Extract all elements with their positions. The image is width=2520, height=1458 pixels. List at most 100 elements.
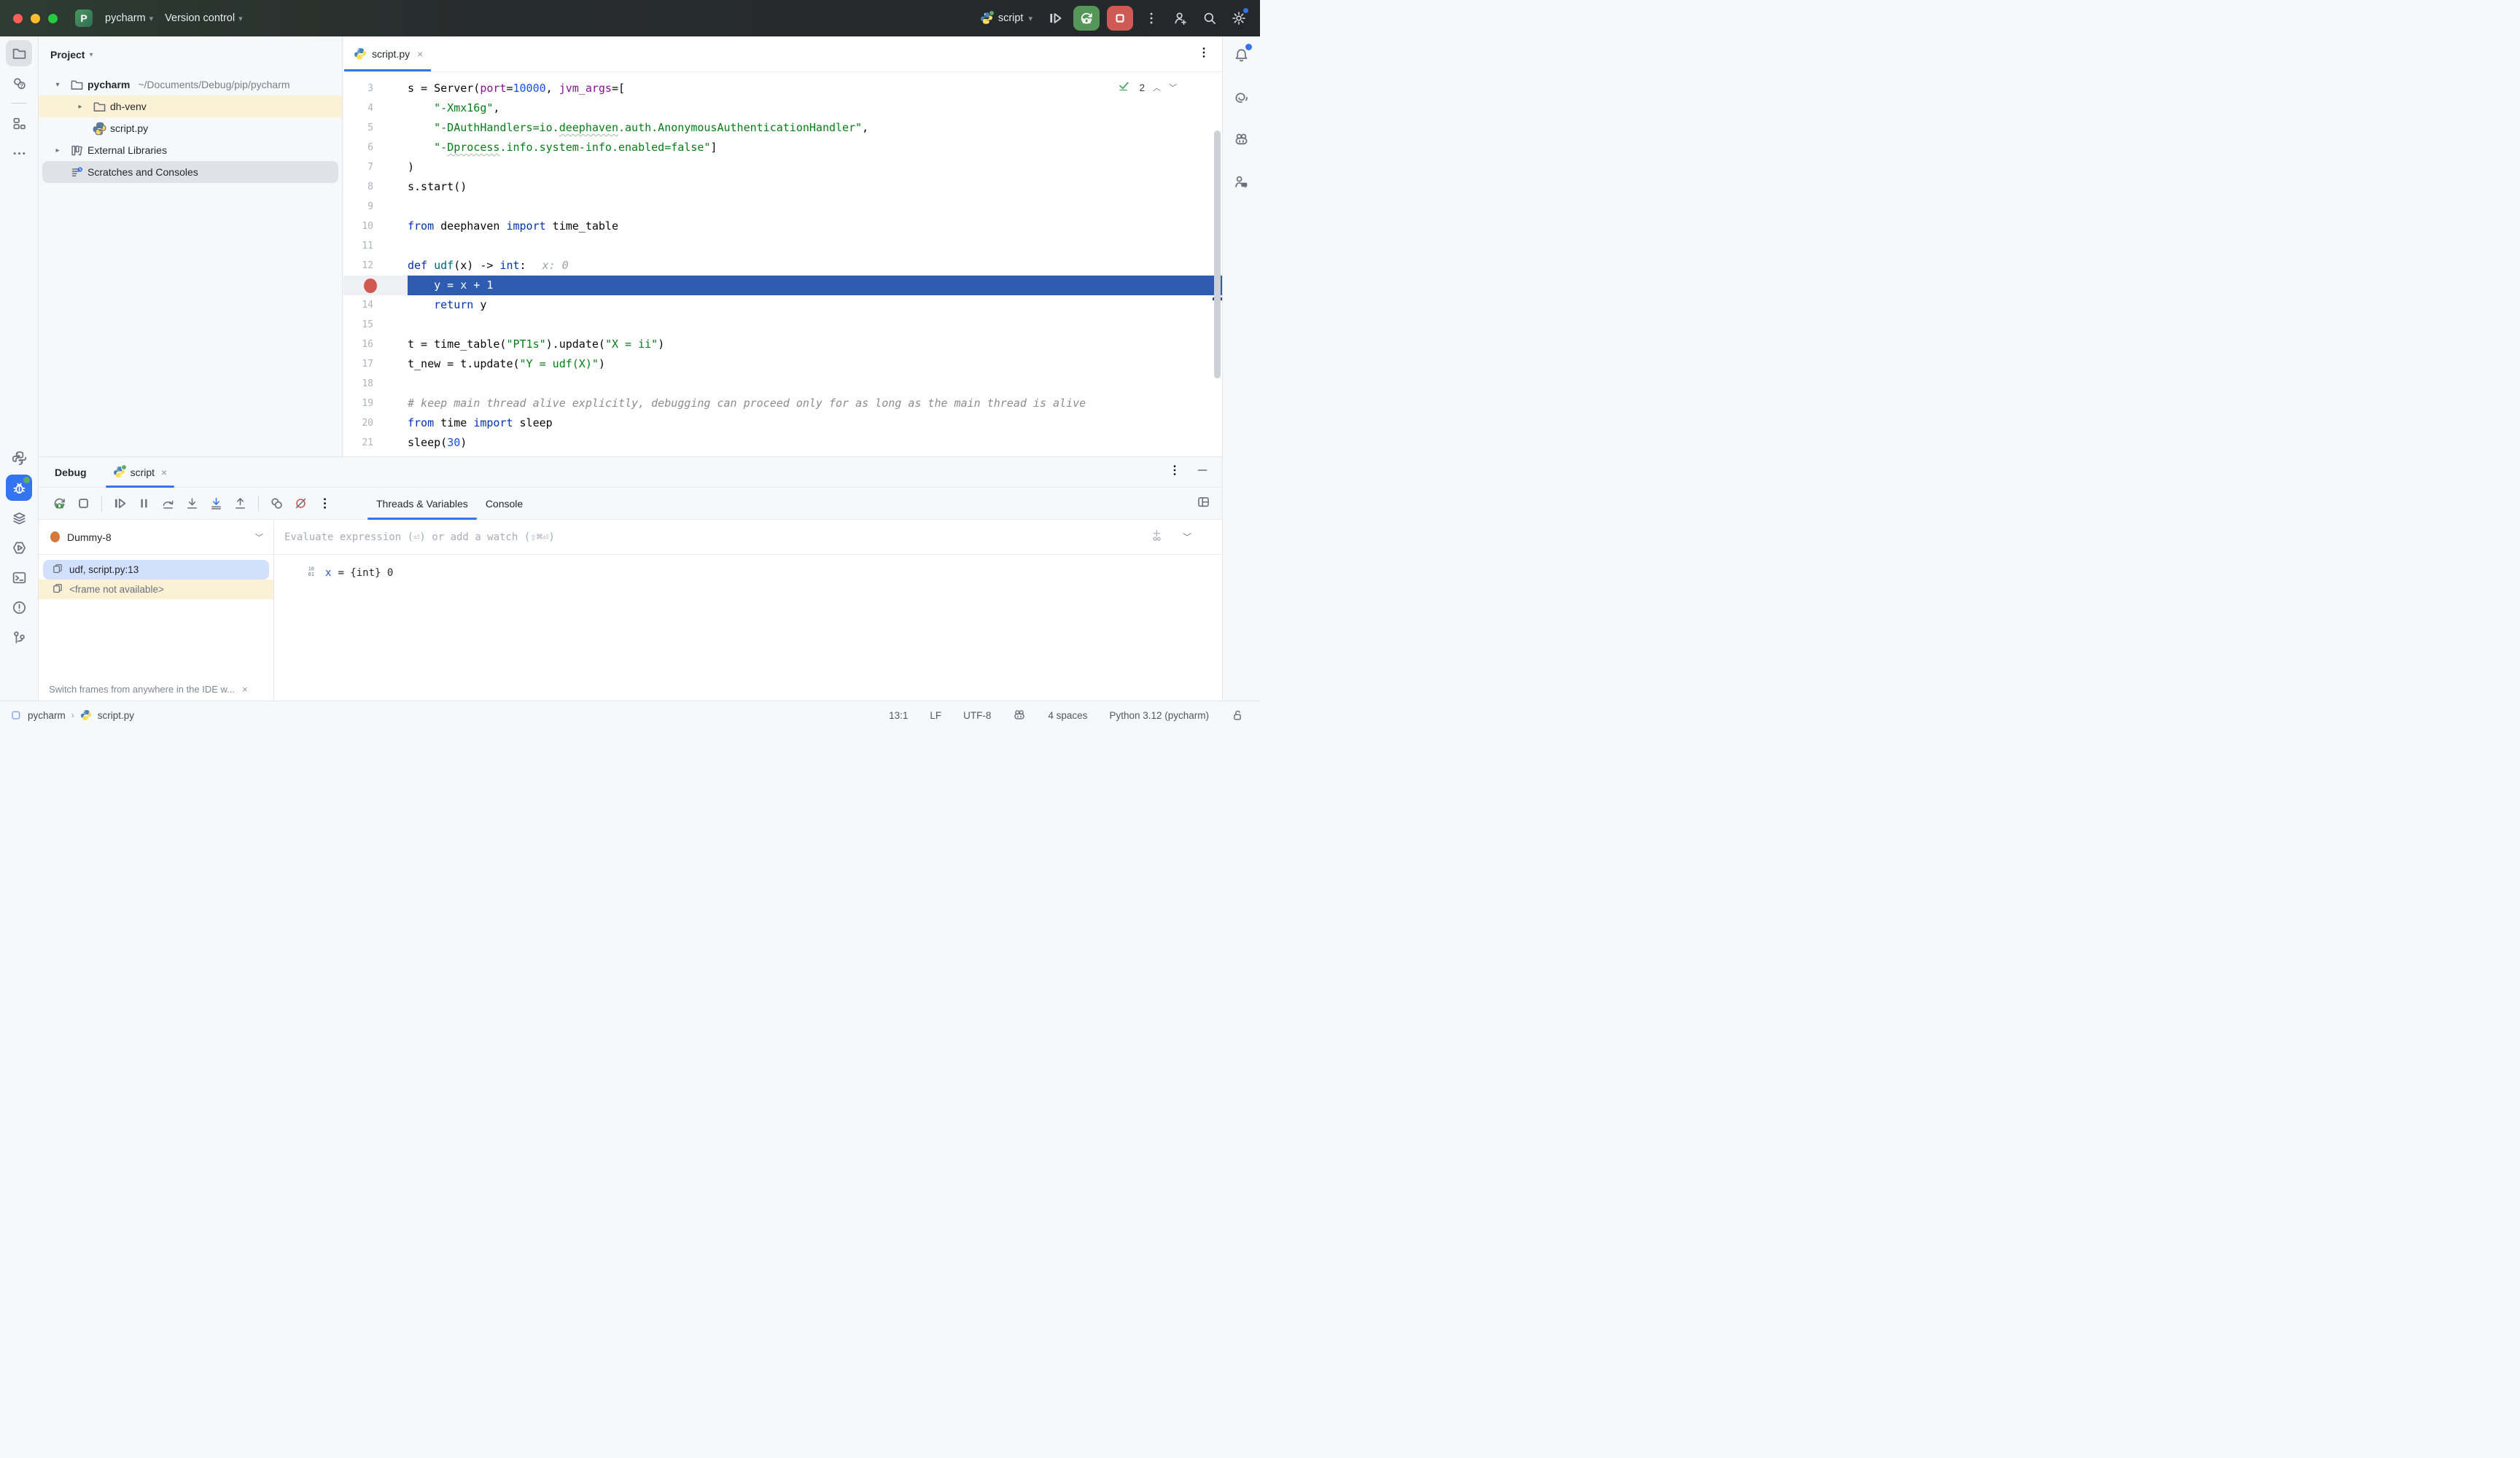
close-icon[interactable]: × <box>242 684 248 695</box>
folder-icon[interactable] <box>6 40 32 66</box>
line-number[interactable]: 4 <box>343 98 408 118</box>
force-step-into-button[interactable] <box>206 494 228 514</box>
status-encoding[interactable]: UTF-8 <box>963 710 991 721</box>
view-breakpoints-button[interactable] <box>266 494 288 514</box>
tab-console[interactable]: Console <box>477 488 532 519</box>
ai-assistant-icon[interactable] <box>1229 84 1255 110</box>
debugger-icon[interactable] <box>6 475 32 501</box>
breadcrumb-item[interactable]: script.py <box>98 710 134 721</box>
line-number[interactable]: 18 <box>343 374 408 394</box>
status-indent[interactable]: 4 spaces <box>1048 710 1087 721</box>
zoom-window-button[interactable] <box>48 14 58 23</box>
breadcrumb-item[interactable]: pycharm <box>28 710 66 721</box>
structure-icon[interactable] <box>6 110 32 136</box>
line-number[interactable]: 3 <box>343 79 408 98</box>
line-number[interactable]: 21 <box>343 433 408 453</box>
line-number[interactable]: 9 <box>343 197 408 217</box>
tree-item-external-libraries[interactable]: ▸External Libraries <box>39 139 342 161</box>
resume-button-icon[interactable] <box>1044 7 1066 29</box>
line-number[interactable]: 14 <box>343 295 408 315</box>
minimize-window-button[interactable] <box>31 14 40 23</box>
debug-session-tab[interactable]: script × <box>106 457 175 487</box>
settings-button-icon[interactable] <box>1228 7 1250 29</box>
code-area[interactable]: 3s = Server(port=10000, jvm_args=[4 "-Xm… <box>343 72 1222 456</box>
run-icon[interactable] <box>6 534 32 561</box>
line-number[interactable]: 10 <box>343 217 408 236</box>
kebab-icon[interactable] <box>1168 464 1181 480</box>
close-window-button[interactable] <box>13 14 23 23</box>
scrollbar-thumb[interactable] <box>1214 130 1221 378</box>
run-configuration-select[interactable]: script ▾ <box>976 9 1037 28</box>
tree-item-scratches-and-consoles[interactable]: Scratches and Consoles <box>39 161 342 183</box>
step-out-button[interactable] <box>230 494 252 514</box>
add-watch-icon[interactable] <box>1151 529 1164 545</box>
more-debug-actions-button[interactable] <box>314 494 336 514</box>
status-interpreter[interactable]: Python 3.12 (pycharm) <box>1109 710 1209 721</box>
chevron-down-icon[interactable]: ▾ <box>49 81 66 89</box>
frame-row[interactable]: <frame not available> <box>39 580 273 599</box>
line-number[interactable]: 20 <box>343 413 408 433</box>
project-panel-header[interactable]: Project▾ <box>39 36 342 68</box>
more-h-icon[interactable] <box>6 140 32 166</box>
frame-row[interactable]: udf, script.py:13 <box>39 560 273 580</box>
inspection-widget[interactable]: 2 ︿ ﹀ <box>1117 79 1177 95</box>
mute-breakpoints-button[interactable] <box>290 494 312 514</box>
python-packages-icon[interactable] <box>6 445 32 471</box>
stop-button-button[interactable] <box>1107 6 1133 31</box>
close-icon[interactable]: × <box>417 48 423 60</box>
pycharm-logo[interactable]: P <box>75 9 93 27</box>
tree-item-pycharm[interactable]: ▾pycharm~/Documents/Debug/pip/pycharm <box>39 74 342 95</box>
variable-row[interactable]: 1001 x = {int} 0 <box>274 555 1222 580</box>
terminal-icon[interactable] <box>6 564 32 590</box>
problems-icon[interactable] <box>6 594 32 620</box>
chevron-up-icon[interactable]: ︿ <box>1153 82 1161 93</box>
ai-status-icon[interactable] <box>1013 709 1026 722</box>
editor-options-kebab-icon[interactable] <box>1197 46 1210 63</box>
line-number[interactable]: 17 <box>343 354 408 374</box>
project-menu[interactable]: pycharm▾ <box>99 9 159 28</box>
line-number[interactable]: 8 <box>343 177 408 197</box>
vcs-menu[interactable]: Version control▾ <box>159 9 248 28</box>
tab-threads-variables[interactable]: Threads & Variables <box>368 488 477 519</box>
line-number[interactable]: 6 <box>343 138 408 157</box>
layout-settings-icon[interactable] <box>1197 495 1210 512</box>
step-over-button[interactable] <box>158 494 179 514</box>
line-number[interactable]: 11 <box>343 236 408 256</box>
evaluate-expression-bar[interactable]: Evaluate expression (⏎) or add a watch (… <box>274 520 1222 555</box>
line-number[interactable]: 15 <box>343 315 408 335</box>
line-number[interactable]: 16 <box>343 335 408 354</box>
commit-icon[interactable]: ? <box>6 70 32 96</box>
services-icon[interactable] <box>6 504 32 531</box>
git-icon[interactable] <box>6 624 32 650</box>
breakpoint-icon[interactable] <box>364 278 377 293</box>
line-number[interactable]: 12 <box>343 256 408 276</box>
tree-item-dh-venv[interactable]: ▸dh-venv <box>39 95 342 117</box>
line-number[interactable]: 19 <box>343 394 408 413</box>
status-caret-position[interactable]: 13:1 <box>889 710 908 721</box>
window-controls[interactable] <box>13 14 58 23</box>
stop-process-button[interactable] <box>73 494 95 514</box>
tree-item-script-py[interactable]: script.py <box>39 117 342 139</box>
search-everywhere-button-icon[interactable] <box>1199 7 1221 29</box>
resume-program-button[interactable] <box>109 494 131 514</box>
pause-program-button[interactable] <box>133 494 155 514</box>
write-access-icon[interactable] <box>1231 709 1244 722</box>
chevron-right-icon[interactable]: ▸ <box>71 103 89 111</box>
rerun-debugger-button-button[interactable] <box>1073 6 1100 31</box>
code-with-me-button-icon[interactable] <box>1170 7 1191 29</box>
status-line-separator[interactable]: LF <box>930 710 941 721</box>
close-icon[interactable]: × <box>161 467 167 478</box>
chev-down-icon[interactable]: ﹀ <box>1183 531 1191 543</box>
bell-icon[interactable] <box>1229 42 1255 68</box>
rerun-debugger-button[interactable] <box>49 494 71 514</box>
chevron-down-icon[interactable]: ﹀ <box>1169 82 1177 93</box>
line-number[interactable]: 7 <box>343 157 408 177</box>
tab-script-py[interactable]: script.py × <box>343 36 432 71</box>
breakpoint-gutter[interactable] <box>343 276 408 295</box>
thread-selector[interactable]: Dummy-8 ﹀ <box>39 520 273 555</box>
code-with-me-icon[interactable] <box>1229 168 1255 195</box>
editor-scrollbar[interactable] <box>1212 72 1222 456</box>
breadcrumb[interactable]: pycharm›script.py <box>10 709 134 721</box>
robot-icon[interactable] <box>1229 126 1255 152</box>
line-number[interactable]: 5 <box>343 118 408 138</box>
